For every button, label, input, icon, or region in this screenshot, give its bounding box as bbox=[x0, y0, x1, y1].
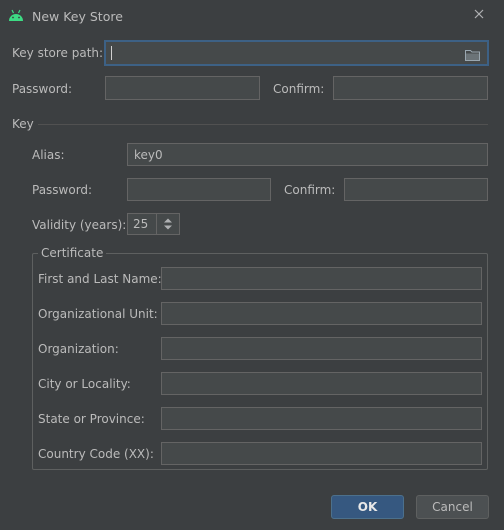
city-locality-label: City or Locality: bbox=[38, 377, 131, 391]
cancel-button[interactable]: Cancel bbox=[416, 495, 489, 519]
organizational-unit-label: Organizational Unit: bbox=[38, 307, 158, 321]
cancel-button-label: Cancel bbox=[432, 500, 473, 514]
key-section-title: Key bbox=[12, 117, 34, 131]
organizational-unit-input[interactable] bbox=[161, 302, 482, 325]
city-locality-input[interactable] bbox=[161, 372, 482, 395]
alias-label: Alias: bbox=[32, 148, 65, 162]
alias-input[interactable]: key0 bbox=[127, 143, 488, 166]
validity-label: Validity (years): bbox=[32, 218, 127, 232]
keystore-confirm-field[interactable] bbox=[333, 76, 488, 100]
organization-input[interactable] bbox=[161, 337, 482, 360]
title-bar: New Key Store bbox=[0, 0, 504, 32]
country-code-label: Country Code (XX): bbox=[38, 447, 154, 461]
key-confirm-field[interactable] bbox=[344, 178, 488, 201]
state-province-label: State or Province: bbox=[38, 412, 145, 426]
keystore-path-input[interactable] bbox=[104, 40, 489, 66]
first-last-name-input[interactable] bbox=[161, 267, 482, 290]
key-password-label: Password: bbox=[32, 183, 93, 197]
organization-label: Organization: bbox=[38, 342, 119, 356]
keystore-path-label: Key store path: bbox=[12, 46, 104, 60]
key-section-divider bbox=[38, 124, 488, 125]
validity-input[interactable]: 25 bbox=[127, 213, 157, 235]
folder-icon[interactable] bbox=[465, 49, 480, 61]
alias-value: key0 bbox=[134, 147, 163, 162]
keystore-confirm-label: Confirm: bbox=[273, 82, 325, 96]
key-confirm-label: Confirm: bbox=[284, 183, 336, 197]
state-province-input[interactable] bbox=[161, 407, 482, 430]
keystore-password-label: Password: bbox=[12, 82, 73, 96]
keystore-password-field[interactable] bbox=[105, 76, 260, 100]
window-title: New Key Store bbox=[32, 9, 123, 24]
validity-spinner[interactable] bbox=[156, 213, 180, 235]
validity-value: 25 bbox=[133, 217, 149, 231]
first-last-name-label: First and Last Name: bbox=[38, 272, 162, 286]
ok-button-label: OK bbox=[357, 500, 378, 514]
country-code-input[interactable] bbox=[161, 442, 482, 465]
text-caret bbox=[111, 46, 112, 60]
close-icon[interactable] bbox=[472, 7, 486, 21]
certificate-group-title: Certificate bbox=[38, 246, 107, 260]
spinner-arrows-icon[interactable] bbox=[163, 217, 173, 231]
android-icon bbox=[9, 9, 23, 21]
key-password-field[interactable] bbox=[127, 178, 271, 201]
ok-button[interactable]: OK bbox=[331, 495, 404, 519]
